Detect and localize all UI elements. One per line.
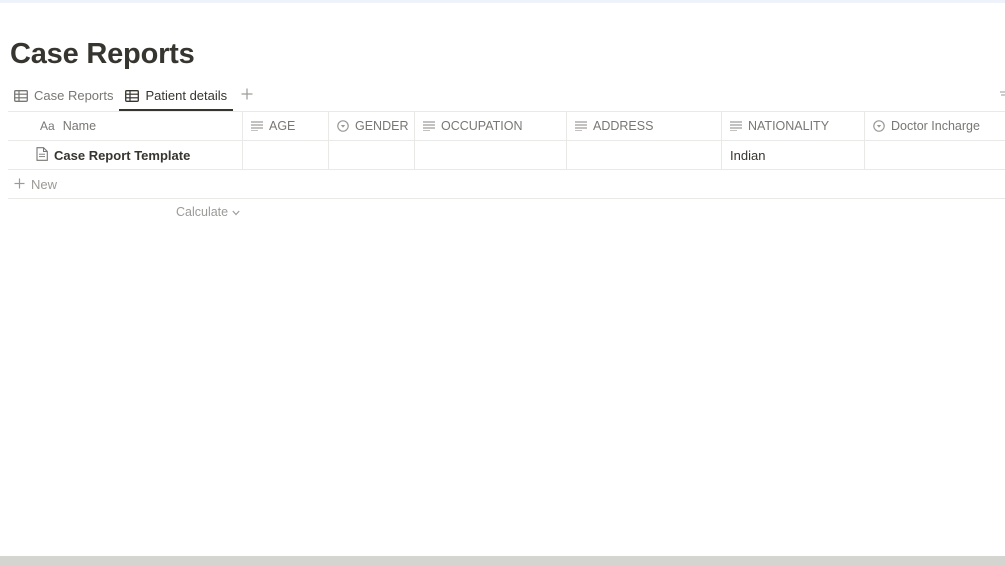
chevron-down-icon xyxy=(232,205,240,219)
age-cell[interactable] xyxy=(243,141,329,169)
occupation-cell[interactable] xyxy=(415,141,567,169)
tab-label: Case Reports xyxy=(34,88,114,103)
column-label: GENDER xyxy=(355,119,409,133)
column-label: Name xyxy=(62,119,97,133)
column-header-doctor-incharge[interactable]: Doctor Incharge xyxy=(865,112,1005,140)
column-header-gender[interactable]: GENDER xyxy=(329,112,415,140)
column-label: ADDRESS xyxy=(593,119,654,133)
text-icon xyxy=(575,121,587,131)
column-label: NATIONALITY xyxy=(748,119,830,133)
column-header-age[interactable]: AGE xyxy=(243,112,329,140)
row-title: Case Report Template xyxy=(54,147,191,163)
text-icon xyxy=(423,121,435,131)
page-icon xyxy=(36,146,48,164)
table-header-row: Aa Name AGE GENDER OCCUPATION ADDRESS NA… xyxy=(8,111,1005,141)
column-label: OCCUPATION xyxy=(441,119,523,133)
column-header-nationality[interactable]: NATIONALITY xyxy=(722,112,865,140)
doctor-incharge-cell[interactable] xyxy=(865,141,1005,169)
table-icon xyxy=(14,89,28,102)
gender-cell[interactable] xyxy=(329,141,415,169)
page-title: Case Reports xyxy=(10,38,195,70)
row-name-cell[interactable]: Case Report Template xyxy=(8,141,243,169)
column-header-address[interactable]: ADDRESS xyxy=(567,112,722,140)
database-table: Aa Name AGE GENDER OCCUPATION ADDRESS NA… xyxy=(8,111,1005,227)
tab-label: Patient details xyxy=(145,88,228,103)
new-row-button[interactable]: New xyxy=(8,170,1005,199)
calculate-button[interactable]: Calculate xyxy=(176,205,240,219)
view-tabs: Case Reports Patient details xyxy=(8,82,261,111)
tab-case-reports[interactable]: Case Reports xyxy=(8,82,119,109)
calculate-row: Calculate xyxy=(8,199,1005,227)
window-bottom-edge xyxy=(0,556,1005,565)
column-header-name[interactable]: Aa Name xyxy=(8,112,243,140)
calculate-label: Calculate xyxy=(176,205,229,219)
title-type-icon: Aa xyxy=(40,119,55,133)
table-icon xyxy=(125,89,140,102)
column-label: Doctor Incharge xyxy=(891,119,980,133)
new-label: New xyxy=(31,176,58,192)
browser-top-edge xyxy=(0,0,1005,3)
address-cell[interactable] xyxy=(567,141,722,169)
nationality-cell[interactable]: Indian xyxy=(722,141,865,169)
column-header-occupation[interactable]: OCCUPATION xyxy=(415,112,567,140)
filter-icon[interactable] xyxy=(1000,90,1005,103)
plus-icon xyxy=(14,177,25,192)
text-icon xyxy=(730,121,742,131)
plus-icon xyxy=(241,85,253,105)
tab-patient-details[interactable]: Patient details xyxy=(119,82,233,111)
table-row[interactable]: Case Report Template Indian xyxy=(8,141,1005,170)
column-label: AGE xyxy=(269,119,296,133)
select-icon xyxy=(337,120,349,132)
add-view-button[interactable] xyxy=(233,82,261,107)
select-icon xyxy=(873,120,885,132)
text-icon xyxy=(251,121,263,131)
